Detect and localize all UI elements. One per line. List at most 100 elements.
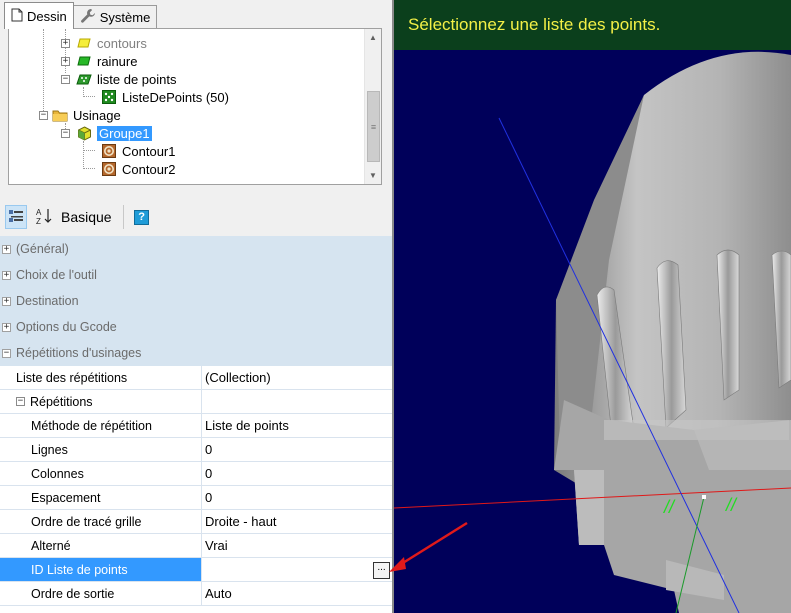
- prompt-message: Sélectionnez une liste des points.: [408, 15, 661, 34]
- property-value[interactable]: 0: [202, 486, 392, 509]
- contour-icon: [101, 144, 117, 158]
- scroll-up-icon[interactable]: ▲: [365, 29, 381, 46]
- group-cube-icon: [76, 125, 92, 141]
- tree-item-contour2[interactable]: Contour2: [101, 160, 175, 178]
- expander-icon[interactable]: +: [61, 38, 70, 48]
- property-name: Alterné: [0, 534, 202, 557]
- tree-item-groupe1[interactable]: − Groupe1: [61, 124, 152, 142]
- tab-strip: Dessin Système: [4, 2, 158, 29]
- expander-icon[interactable]: −: [16, 397, 25, 406]
- tree-item-contours[interactable]: + contours: [61, 34, 147, 52]
- property-value[interactable]: Auto: [202, 582, 392, 605]
- tree-view[interactable]: + contours + rainure − liste de points L…: [8, 28, 382, 185]
- help-icon: ?: [134, 209, 150, 225]
- points-layer-icon: [76, 72, 92, 86]
- expander-icon[interactable]: +: [2, 296, 11, 306]
- category-choix-outil[interactable]: + Choix de l'outil: [0, 262, 392, 288]
- prompt-banner: Sélectionnez une liste des points.: [394, 0, 791, 50]
- property-name: Répétitions: [30, 394, 93, 409]
- tree-item-label: liste de points: [97, 71, 177, 87]
- tree-item-label: Groupe1: [97, 125, 152, 141]
- property-value[interactable]: Droite - haut: [202, 510, 392, 533]
- sort-az-icon: AZ: [35, 207, 53, 228]
- category-options-gcode[interactable]: + Options du Gcode: [0, 314, 392, 340]
- property-grid: + (Général) + Choix de l'outil + Destina…: [0, 236, 392, 613]
- property-row[interactable]: Ordre de tracé grille Droite - haut: [0, 510, 392, 534]
- tab-dessin[interactable]: Dessin: [4, 2, 74, 29]
- expander-icon[interactable]: +: [2, 244, 11, 254]
- point-list-icon: [101, 90, 117, 104]
- tree-item-liste-de-points[interactable]: − liste de points: [61, 70, 177, 88]
- wrench-icon: [80, 8, 96, 27]
- category-general[interactable]: + (Général): [0, 236, 392, 262]
- expander-icon[interactable]: +: [2, 322, 11, 332]
- tab-systeme-label: Système: [99, 10, 151, 25]
- property-name: Ordre de sortie: [0, 582, 202, 605]
- category-label: Destination: [16, 294, 79, 308]
- tree-item-label: Contour1: [122, 143, 176, 159]
- tree-scrollbar[interactable]: ▲ ≡ ▼: [364, 29, 381, 184]
- property-toolbar: AZ Basique ?: [0, 199, 392, 235]
- alphabetical-sort-button[interactable]: AZ: [33, 205, 55, 229]
- ellipsis-button[interactable]: ...: [373, 562, 390, 579]
- expander-icon[interactable]: −: [61, 128, 70, 138]
- categorized-icon: [8, 208, 24, 227]
- categorized-view-button[interactable]: [5, 205, 27, 229]
- property-name: Méthode de répétition: [0, 414, 202, 437]
- property-row[interactable]: Ordre de sortie Auto: [0, 582, 392, 606]
- expander-icon[interactable]: −: [61, 74, 70, 84]
- origin-marker: [702, 495, 706, 499]
- expander-icon[interactable]: −: [2, 348, 11, 358]
- expander-icon[interactable]: +: [61, 56, 70, 66]
- tab-dessin-label: Dessin: [27, 8, 67, 24]
- tree-item-usinage[interactable]: − Usinage: [39, 106, 121, 124]
- parallel-mark: //: [724, 495, 738, 515]
- property-name: Colonnes: [0, 462, 202, 485]
- tree-item-label: rainure: [97, 53, 138, 69]
- expander-icon[interactable]: −: [39, 110, 48, 120]
- parallel-mark: //: [662, 497, 676, 517]
- category-destination[interactable]: + Destination: [0, 288, 392, 314]
- tree-item-listedepoints[interactable]: ListeDePoints (50): [101, 88, 229, 106]
- property-name: Lignes: [0, 438, 202, 461]
- scroll-thumb[interactable]: ≡: [367, 91, 380, 162]
- property-row-selected[interactable]: ID Liste de points ...: [0, 558, 392, 582]
- property-value[interactable]: Vrai: [202, 534, 392, 557]
- help-button[interactable]: ?: [131, 205, 153, 229]
- property-value[interactable]: 0: [202, 462, 392, 485]
- scroll-down-icon[interactable]: ▼: [365, 167, 381, 184]
- svg-text:Z: Z: [36, 217, 41, 225]
- contour-icon: [101, 162, 117, 176]
- left-panel: Dessin Système + contours + rainure − li…: [0, 0, 392, 613]
- layer-yellow-icon: [76, 36, 92, 50]
- property-value-field[interactable]: ...: [202, 558, 392, 581]
- property-row[interactable]: Lignes 0: [0, 438, 392, 462]
- expander-icon[interactable]: +: [2, 270, 11, 280]
- property-row[interactable]: Liste des répétitions (Collection): [0, 366, 392, 390]
- property-row[interactable]: Espacement 0: [0, 486, 392, 510]
- page-icon: [11, 8, 23, 25]
- 3d-viewport[interactable]: Sélectionnez une liste des points. // //: [394, 0, 791, 613]
- property-value[interactable]: [202, 390, 392, 413]
- property-row-group[interactable]: − Répétitions: [0, 390, 392, 414]
- machined-part[interactable]: [554, 51, 791, 613]
- folder-icon: [52, 108, 68, 122]
- tree-item-contour1[interactable]: Contour1: [101, 142, 175, 160]
- property-value[interactable]: Liste de points: [202, 414, 392, 437]
- layer-green-icon: [76, 54, 92, 68]
- svg-text:A: A: [36, 208, 42, 217]
- basique-button[interactable]: Basique: [61, 209, 112, 225]
- tree-item-rainure[interactable]: + rainure: [61, 52, 137, 70]
- property-row[interactable]: Alterné Vrai: [0, 534, 392, 558]
- tree-item-label: ListeDePoints (50): [122, 89, 229, 105]
- property-row[interactable]: Colonnes 0: [0, 462, 392, 486]
- property-value[interactable]: 0: [202, 438, 392, 461]
- property-row[interactable]: Méthode de répétition Liste de points: [0, 414, 392, 438]
- property-name-group: − Répétitions: [0, 390, 202, 413]
- toolbar-separator: [122, 205, 124, 229]
- property-value[interactable]: (Collection): [202, 366, 392, 389]
- category-repetitions-usinages[interactable]: − Répétitions d'usinages: [0, 340, 392, 366]
- tree-item-label: Usinage: [73, 107, 121, 123]
- tab-systeme[interactable]: Système: [72, 5, 158, 29]
- help-glyph: ?: [138, 211, 145, 223]
